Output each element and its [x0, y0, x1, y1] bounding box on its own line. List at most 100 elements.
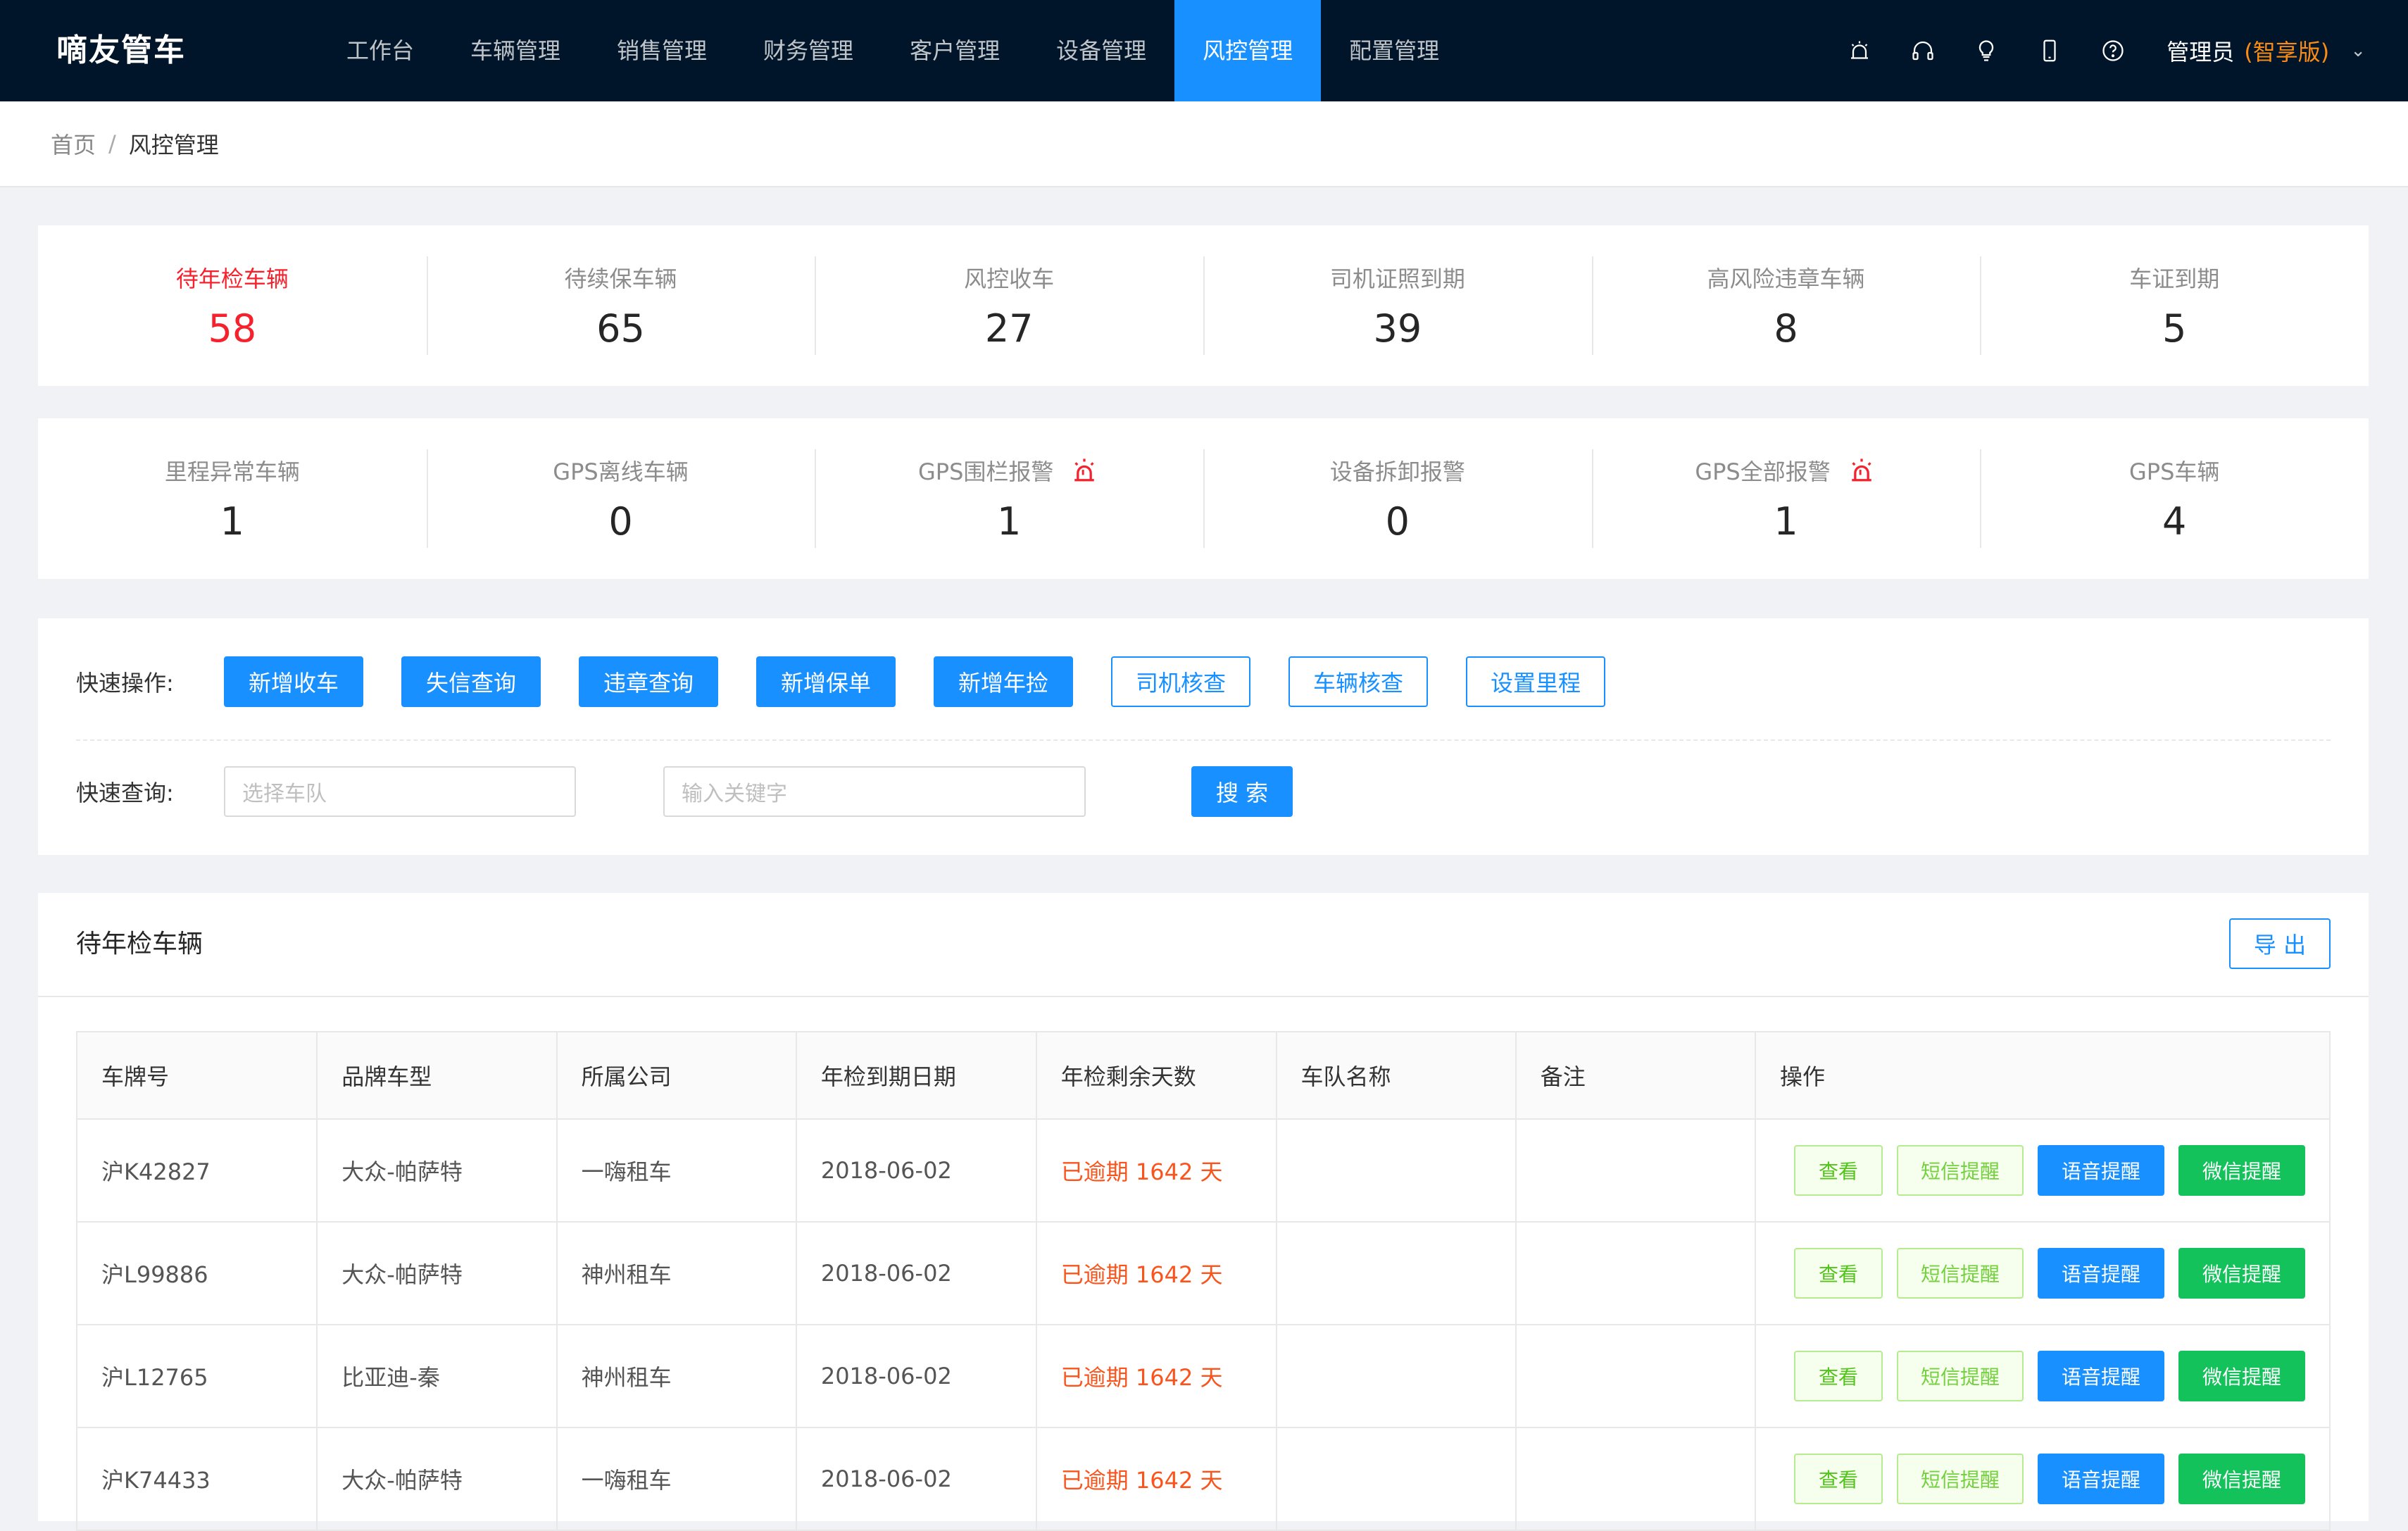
stat-value: 1 — [997, 499, 1022, 544]
wechat-remind-button[interactable]: 微信提醒 — [2178, 1248, 2305, 1299]
add-recovery-button[interactable]: 新增收车 — [224, 656, 363, 707]
voice-remind-button[interactable]: 语音提醒 — [2038, 1248, 2164, 1299]
stat-pending-inspection[interactable]: 待年检车辆 58 — [38, 225, 427, 386]
driver-check-button[interactable]: 司机核查 — [1111, 656, 1250, 707]
stat-label: 设备拆卸报警 — [1329, 458, 1465, 485]
credit-query-button[interactable]: 失信查询 — [401, 656, 541, 707]
sms-remind-button[interactable]: 短信提醒 — [1897, 1351, 2024, 1401]
cell-model: 大众-帕萨特 — [316, 1118, 558, 1223]
search-button[interactable]: 搜 索 — [1191, 766, 1293, 817]
stat-value: 8 — [1774, 306, 1798, 351]
column-header: 品牌车型 — [316, 1031, 558, 1120]
cell-company: 神州租车 — [556, 1324, 797, 1428]
breadcrumb-home[interactable]: 首页 — [51, 127, 96, 160]
wechat-remind-button[interactable]: 微信提醒 — [2178, 1454, 2305, 1504]
team-select[interactable]: 选择车队 — [224, 766, 576, 817]
stat-gps-fence-alarm[interactable]: GPS围栏报警 1 — [815, 418, 1203, 579]
stat-gps-all-alarm[interactable]: GPS全部报警 1 — [1591, 418, 1981, 579]
main-nav: 工作台 车辆管理 销售管理 财务管理 客户管理 设备管理 风控管理 配置管理 — [318, 0, 1467, 101]
stat-value: 65 — [596, 306, 645, 351]
help-icon[interactable] — [2097, 35, 2128, 66]
cell-company: 一嗨租车 — [556, 1427, 797, 1531]
nav-item-risk-control[interactable]: 风控管理 — [1174, 0, 1322, 101]
app-logo[interactable]: 嘀友管车 — [56, 0, 186, 101]
export-button[interactable]: 导 出 — [2229, 918, 2331, 969]
voice-remind-button[interactable]: 语音提醒 — [2038, 1454, 2164, 1504]
stat-vehicle-cert-expiry[interactable]: 车证到期 5 — [1980, 225, 2369, 386]
column-header: 操作 — [1754, 1031, 2331, 1120]
stat-gps-vehicles[interactable]: GPS车辆 4 — [1980, 418, 2369, 579]
user-edition: (智享版) — [2244, 39, 2330, 65]
stat-value: 4 — [2162, 499, 2187, 544]
cell-plate: 沪K74433 — [75, 1427, 318, 1531]
headset-icon[interactable] — [1907, 35, 1938, 66]
nav-item-vehicles[interactable]: 车辆管理 — [442, 0, 589, 101]
stat-label-row: GPS全部报警 — [1695, 454, 1876, 487]
cell-team — [1275, 1324, 1517, 1428]
sms-remind-button[interactable]: 短信提醒 — [1897, 1454, 2024, 1504]
stat-value: 0 — [1385, 499, 1410, 544]
voice-remind-button[interactable]: 语音提醒 — [2038, 1145, 2164, 1196]
view-button[interactable]: 查看 — [1794, 1248, 1883, 1299]
stat-pending-insurance[interactable]: 待续保车辆 65 — [426, 225, 815, 386]
table-row: 沪L12765 比亚迪-秦 神州租车 2018-06-02 已逾期 1642 天… — [75, 1324, 2331, 1428]
wechat-remind-button[interactable]: 微信提醒 — [2178, 1351, 2305, 1401]
table-row: 沪L99886 大众-帕萨特 神州租车 2018-06-02 已逾期 1642 … — [75, 1221, 2331, 1325]
stat-label: 高风险违章车辆 — [1707, 265, 1865, 292]
cell-due-date: 2018-06-02 — [795, 1118, 1037, 1223]
stat-value: 27 — [984, 306, 1034, 351]
nav-item-config[interactable]: 配置管理 — [1321, 0, 1467, 101]
nav-item-customers[interactable]: 客户管理 — [882, 0, 1028, 101]
stat-label: GPS全部报警 — [1695, 458, 1831, 485]
quick-panel-divider — [76, 739, 2331, 741]
mobile-icon[interactable] — [2034, 35, 2065, 66]
sms-remind-button[interactable]: 短信提醒 — [1897, 1248, 2024, 1299]
stat-mileage-anomaly[interactable]: 里程异常车辆 1 — [38, 418, 427, 579]
table-row: 沪K42827 大众-帕萨特 一嗨租车 2018-06-02 已逾期 1642 … — [75, 1118, 2331, 1223]
keyword-input[interactable]: 输入关键字 — [663, 766, 1086, 817]
stat-label: 待年检车辆 — [175, 265, 289, 292]
stat-risk-recovery[interactable]: 风控收车 27 — [815, 225, 1203, 386]
stat-driver-license-expiry[interactable]: 司机证照到期 39 — [1203, 225, 1592, 386]
table-title: 待年检车辆 — [76, 930, 203, 958]
view-button[interactable]: 查看 — [1794, 1454, 1883, 1504]
alarm-icon[interactable] — [1844, 35, 1875, 66]
add-inspection-button[interactable]: 新增年捡 — [934, 656, 1073, 707]
column-header: 备注 — [1515, 1031, 1756, 1120]
nav-item-workbench[interactable]: 工作台 — [318, 0, 442, 101]
quick-ops-row: 快速操作: 新增收车 失信查询 违章查询 新增保单 新增年捡 司机核查 车辆核查… — [76, 656, 1643, 707]
nav-item-sales[interactable]: 销售管理 — [589, 0, 735, 101]
cell-model: 大众-帕萨特 — [316, 1221, 558, 1325]
user-menu[interactable]: 管理员 (智享版) ⌄ — [2166, 35, 2366, 67]
cell-note — [1515, 1427, 1756, 1531]
stat-label: GPS离线车辆 — [553, 458, 689, 485]
sms-remind-button[interactable]: 短信提醒 — [1897, 1145, 2024, 1196]
add-policy-button[interactable]: 新增保单 — [756, 656, 896, 707]
stat-gps-offline[interactable]: GPS离线车辆 0 — [426, 418, 815, 579]
view-button[interactable]: 查看 — [1794, 1145, 1883, 1196]
stat-label-row: GPS围栏报警 — [918, 454, 1100, 487]
alarm-icon — [1069, 455, 1100, 486]
bulb-icon[interactable] — [1971, 35, 2002, 66]
column-header: 年检到期日期 — [795, 1031, 1037, 1120]
cell-team — [1275, 1427, 1517, 1531]
stat-value: 58 — [208, 306, 257, 351]
column-header: 所属公司 — [556, 1031, 797, 1120]
cell-note — [1515, 1221, 1756, 1325]
nav-item-devices[interactable]: 设备管理 — [1028, 0, 1174, 101]
cell-remaining-days: 已逾期 1642 天 — [1035, 1118, 1277, 1223]
set-mileage-button[interactable]: 设置里程 — [1466, 656, 1605, 707]
violation-query-button[interactable]: 违章查询 — [579, 656, 718, 707]
wechat-remind-button[interactable]: 微信提醒 — [2178, 1145, 2305, 1196]
alarm-icon — [1846, 455, 1877, 486]
table-row: 沪K74433 大众-帕萨特 一嗨租车 2018-06-02 已逾期 1642 … — [75, 1427, 2331, 1531]
nav-item-finance[interactable]: 财务管理 — [735, 0, 882, 101]
vehicle-check-button[interactable]: 车辆核查 — [1288, 656, 1428, 707]
cell-due-date: 2018-06-02 — [795, 1221, 1037, 1325]
quick-panel: 快速操作: 新增收车 失信查询 违章查询 新增保单 新增年捡 司机核查 车辆核查… — [38, 618, 2369, 855]
view-button[interactable]: 查看 — [1794, 1351, 1883, 1401]
stat-device-removal-alarm[interactable]: 设备拆卸报警 0 — [1203, 418, 1592, 579]
stat-high-risk-violation[interactable]: 高风险违章车辆 8 — [1591, 225, 1981, 386]
stat-card-row-1: 待年检车辆 58 待续保车辆 65 风控收车 27 司机证照到期 39 高风险违… — [38, 225, 2369, 386]
voice-remind-button[interactable]: 语音提醒 — [2038, 1351, 2164, 1401]
